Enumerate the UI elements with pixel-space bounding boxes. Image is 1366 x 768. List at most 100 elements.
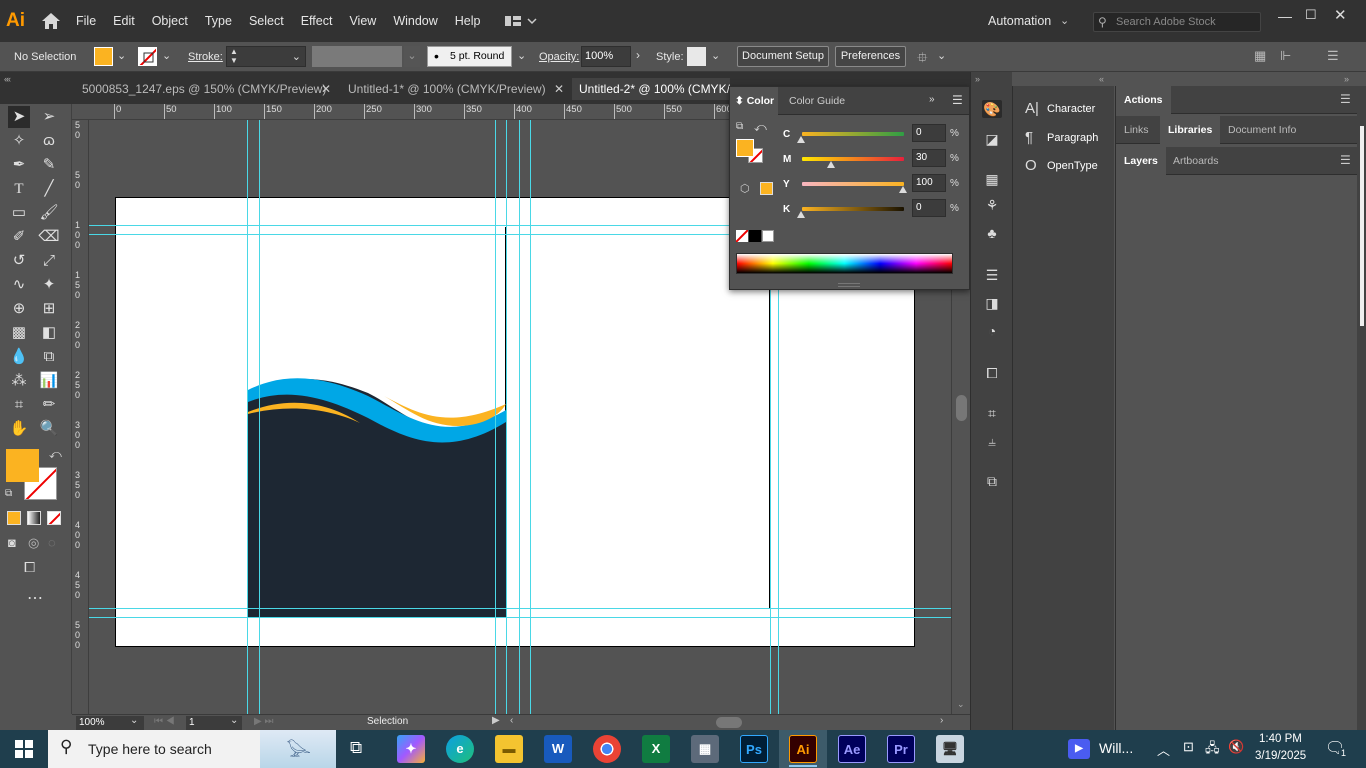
magic-wand-icon[interactable]: ✧ [8,130,30,152]
horizontal-scroll-thumb[interactable] [716,717,742,728]
yellow-thumb[interactable] [899,186,907,193]
status-menu-icon[interactable]: ▶ [492,715,500,726]
chevron-down-icon[interactable]: ⌄ [117,49,126,62]
file-explorer-icon[interactable]: ▬ [495,735,523,763]
black-swatch[interactable] [749,230,761,242]
stroke-weight-field[interactable]: ▲ ▼ ⌄ [226,46,306,67]
tab-color-guide[interactable]: Color Guide [789,95,845,107]
magenta-value[interactable]: 30 [912,149,946,167]
tab-links[interactable]: Links [1116,116,1157,144]
shaper-tool-icon[interactable]: ✐ [8,226,30,248]
menu-file[interactable]: File [76,14,96,28]
draw-normal-icon[interactable]: ◙ [8,535,16,550]
none-mode-icon[interactable] [47,511,61,525]
control-panel-icon[interactable]: 🖥 [936,735,964,763]
align-icon[interactable]: ▦ [1254,48,1266,64]
gradient-panel-icon[interactable]: ◨ [982,294,1002,312]
warp-tool-icon[interactable]: ∿ [8,274,30,296]
cyan-value[interactable]: 0 [912,124,946,142]
yellow-value[interactable]: 100 [912,174,946,192]
preferences-button[interactable]: Preferences [835,46,906,67]
illustrator-taskbar-icon[interactable]: Ai [789,735,817,763]
chevron-down-icon[interactable]: ⌄ [162,49,171,62]
chevron-down-icon[interactable]: ⌄ [404,46,420,67]
magenta-slider[interactable] [802,157,904,161]
menu-type[interactable]: Type [205,14,232,28]
brushes-icon[interactable]: ⚘ [982,196,1002,214]
cyan-thumb[interactable] [797,136,805,143]
right-scrollbar[interactable] [1357,86,1366,730]
volume-muted-icon[interactable]: 🔇 [1228,739,1244,755]
magenta-thumb[interactable] [827,161,835,168]
menu-object[interactable]: Object [152,14,188,28]
draw-behind-icon[interactable]: ◎ [28,535,39,551]
after-effects-icon[interactable]: Ae [838,735,866,763]
guide-horizontal[interactable] [89,617,951,618]
menu-icon[interactable]: ☰ [1327,48,1339,64]
opacity-field[interactable]: 100% [581,46,631,67]
taskbar-search-box[interactable]: ⚲ Type here to search 𓅪 [48,730,336,768]
color-spectrum[interactable] [736,253,953,274]
scroll-thumb[interactable] [956,395,967,421]
eyedropper-icon[interactable]: 💧 [8,346,30,368]
default-colors-icon[interactable]: ⧉ [5,488,12,499]
home-icon[interactable] [40,11,62,31]
menu-select[interactable]: Select [249,14,284,28]
character-panel-item[interactable]: A| Character [1025,100,1095,117]
menu-window[interactable]: Window [393,14,437,28]
variable-width-profile[interactable] [312,46,402,67]
chrome-icon[interactable] [593,735,621,763]
gamut-swatch[interactable] [760,182,773,195]
tab-document-info[interactable]: Document Info [1220,116,1304,144]
brush-definition[interactable]: • 5 pt. Round [427,46,512,67]
clock-date[interactable]: 3/19/2025 [1255,750,1306,762]
hand-tool-icon[interactable]: ✋ [8,418,30,440]
curvature-icon[interactable]: ✎ [38,154,60,176]
arrange-icon[interactable]: ⯐ [917,47,928,71]
transparency-icon[interactable]: ◔ [982,322,1002,340]
guide-vertical[interactable] [519,120,520,714]
type-tool-icon[interactable]: T [8,178,30,200]
column-graph-icon[interactable]: 📊 [38,370,60,392]
pathfinder-icon[interactable]: ⧉ [982,472,1002,490]
chevron-down-icon[interactable]: ⌄ [517,49,526,62]
screen-mode-icon[interactable]: ⧠ [24,559,35,576]
edge-icon[interactable]: e [446,735,474,763]
paintbrush-icon[interactable]: 🖌 [38,202,60,224]
color-palette-icon[interactable]: 🎨 [982,100,1002,118]
tab-doc-3[interactable]: Untitled-2* @ 100% (CMYK/P [572,78,730,100]
tab-doc-1[interactable]: 5000853_1247.eps @ 150% (CMYK/Preview) ✕ [75,78,335,100]
scale-tool-icon[interactable]: ⤢ [38,250,60,272]
tray-camera-icon[interactable]: ⊡ [1183,739,1194,755]
chevron-down-icon[interactable]: ⌄ [130,715,138,726]
excel-icon[interactable]: X [642,735,670,763]
premiere-icon[interactable]: Pr [887,735,915,763]
mesh-tool-icon[interactable]: ▩ [8,322,30,344]
collapse-icon[interactable]: « [6,74,11,84]
eraser-icon[interactable]: ⌫ [38,226,60,248]
puppet-warp-icon[interactable]: ✦ [38,274,60,296]
tab-color[interactable]: ⬍ Color [730,87,778,115]
default-colors-icon[interactable]: ⧉ [736,121,743,132]
black-thumb[interactable] [797,211,805,218]
swatches-icon[interactable]: ▦ [982,170,1002,188]
guide-vertical[interactable] [506,120,507,714]
opentype-panel-item[interactable]: O OpenType [1025,157,1098,174]
tab-actions[interactable]: Actions [1116,86,1171,114]
white-swatch[interactable] [762,230,774,242]
gradient-tool-icon[interactable]: ◧ [38,322,60,344]
menu-help[interactable]: Help [455,14,481,28]
black-value[interactable]: 0 [912,199,946,217]
resize-handle[interactable] [838,283,860,287]
graphic-style-swatch[interactable] [687,47,706,66]
perspective-grid-icon[interactable]: ⊞ [38,298,60,320]
guide-horizontal[interactable] [89,608,951,609]
document-setup-button[interactable]: Document Setup [737,46,829,67]
fill-swatch[interactable] [94,47,113,66]
blend-tool-icon[interactable]: ⧉ [38,346,60,368]
swap-colors-icon[interactable]: ⤺ [754,120,767,135]
draw-inside-icon[interactable]: ◌ [48,535,56,550]
menu-view[interactable]: View [349,14,376,28]
shape-builder-icon[interactable]: ⊕ [8,298,30,320]
direct-selection-tool-icon[interactable]: ➢ [38,106,60,128]
